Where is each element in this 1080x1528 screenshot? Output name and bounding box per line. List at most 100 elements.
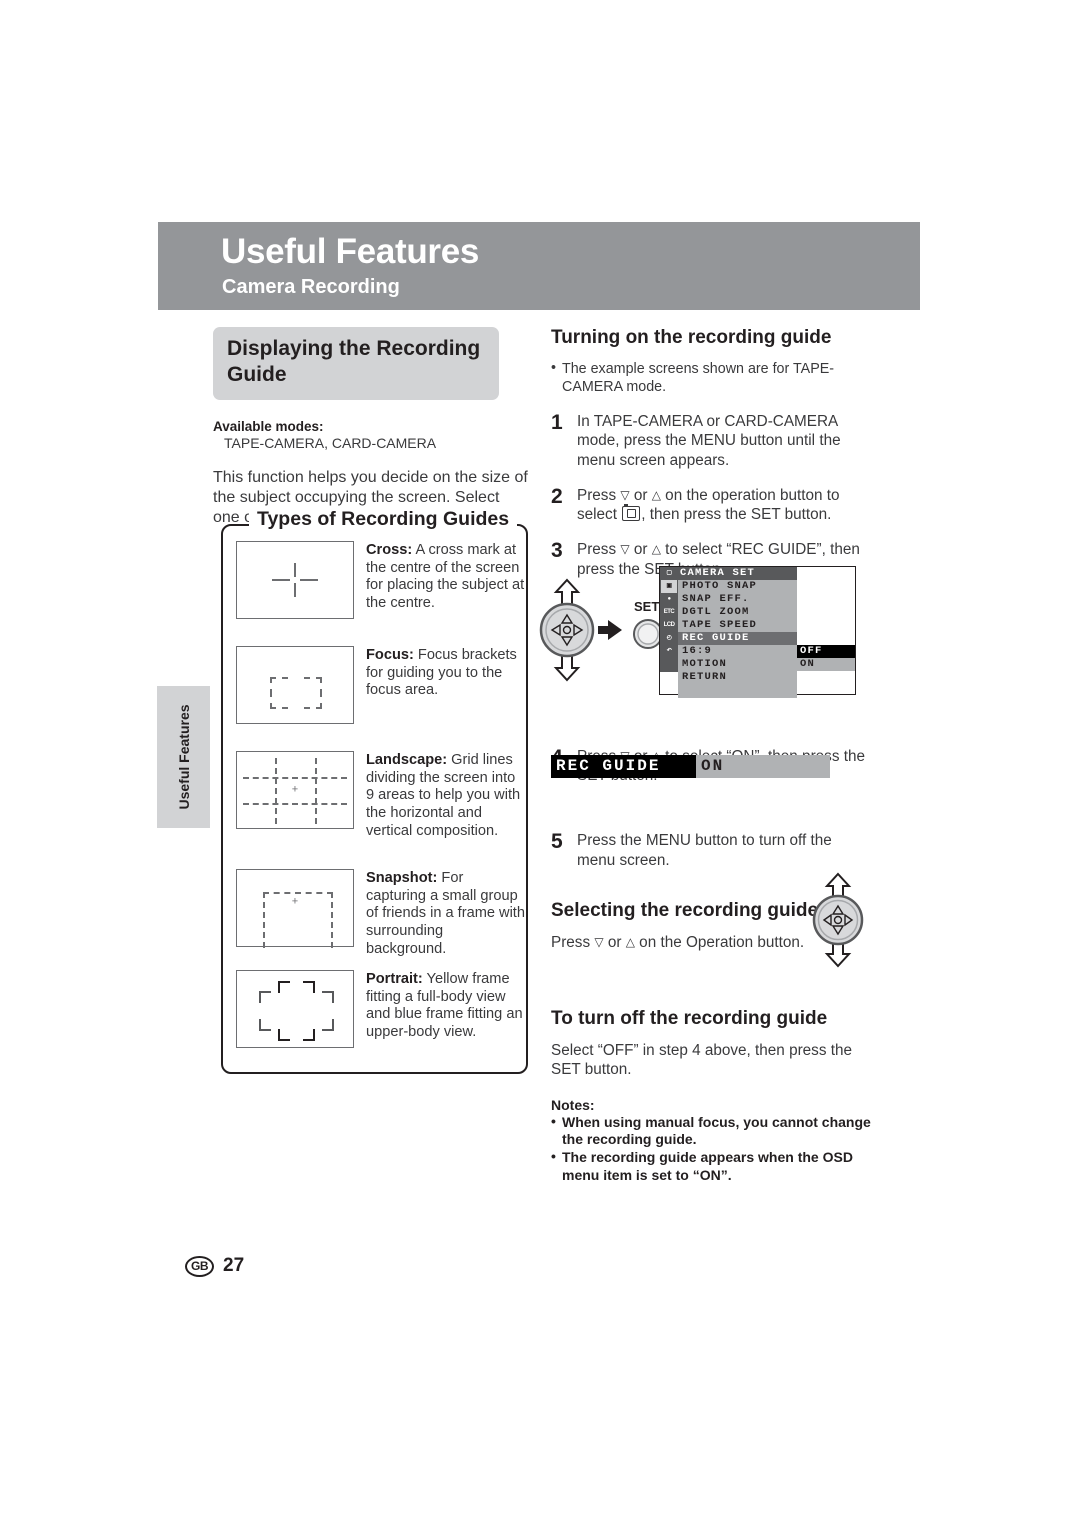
rec-guide-banner: REC GUIDE ON <box>551 755 830 778</box>
step-2-mid: or <box>629 486 652 504</box>
page-title: Useful Features <box>221 232 480 271</box>
manual-page: Useful Features Camera Recording Useful … <box>0 0 1080 1528</box>
operation-button-svg <box>539 578 663 682</box>
guide-type-row-focus: Focus: Focus brackets for guiding you to… <box>236 646 526 724</box>
guide-type-row-portrait: Portrait: Yellow frame fitting a full-bo… <box>236 970 526 1048</box>
osd-menu-item[interactable]: DGTL ZOOM <box>678 606 797 619</box>
step-1-text: In TAPE-CAMERA or CARD-CAMERA mode, pres… <box>577 413 841 469</box>
landscape-grid-line-h1 <box>243 777 347 779</box>
guide-type-description: Portrait: Yellow frame fitting a full-bo… <box>366 970 526 1048</box>
portrait-inner-corner-br <box>303 1029 315 1041</box>
rec-guide-banner-label: REC GUIDE <box>551 755 696 778</box>
portrait-inner-corner-tl <box>278 981 290 993</box>
selecting-pre: Press <box>551 933 595 951</box>
landscape-grid-line-v2 <box>315 758 317 824</box>
triangle-down-icon: ▽ <box>594 934 604 949</box>
portrait-inner-corner-bl <box>278 1029 290 1041</box>
page-number: 27 <box>223 1255 245 1276</box>
step-2-text: Press ▽ or △ on the operation button to … <box>577 486 871 525</box>
rec-guide-banner-value: ON <box>701 757 725 775</box>
focus-bracket-bottom-right <box>304 691 322 709</box>
guide-type-description: Landscape: Grid lines dividing the scree… <box>366 751 526 840</box>
guide-type-row-landscape: + Landscape: Grid lines dividing the scr… <box>236 751 526 840</box>
focus-bracket-bottom-left <box>270 691 288 709</box>
guide-type-row-cross: Cross: A cross mark at the centre of the… <box>236 541 526 619</box>
guide-type-name: Landscape: <box>366 752 448 768</box>
guide-type-description: Cross: A cross mark at the centre of the… <box>366 541 526 619</box>
operation-button-diagram-secondary <box>808 872 868 968</box>
osd-icon-etc[interactable]: ETC <box>661 606 677 619</box>
osd-menu-item[interactable]: PHOTO SNAP <box>678 580 797 593</box>
guide-type-row-snapshot: + Snapshot: For capturing a small group … <box>236 869 526 958</box>
osd-menu-title: CAMERA SET <box>678 567 797 580</box>
portrait-outer-corner-tr <box>322 991 334 1003</box>
portrait-inner-corner-tr <box>303 981 315 993</box>
page-header-bar: Useful Features Camera Recording <box>158 222 920 310</box>
osd-icon-lcd[interactable]: LCD <box>661 619 677 632</box>
osd-icon-return[interactable]: ↶ <box>661 645 677 658</box>
step-3-number: 3 <box>551 539 563 563</box>
available-modes-value: TAPE-CAMERA, CARD-CAMERA <box>224 434 437 451</box>
left-column: Displaying the Recording Guide Available… <box>213 327 528 529</box>
step-2: 2 Press ▽ or △ on the operation button t… <box>551 484 871 525</box>
osd-icon-mic[interactable]: ● <box>661 593 677 606</box>
guide-type-description: Snapshot: For capturing a small group of… <box>366 869 526 958</box>
portrait-outer-corner-tl <box>259 991 271 1003</box>
osd-menu-item[interactable]: SNAP EFF. <box>678 593 797 606</box>
cross-gap-horizontal <box>290 577 300 583</box>
cross-guide-thumbnail <box>236 541 354 619</box>
page-footer: GB 27 <box>185 1255 244 1277</box>
guide-type-name: Portrait: <box>366 971 423 987</box>
recording-guide-types-legend: Types of Recording Guides <box>249 508 518 531</box>
osd-icon-photo[interactable]: ▢ <box>661 567 677 580</box>
step-2-number: 2 <box>551 484 563 508</box>
osd-icon-camera-selected[interactable]: ▣ <box>661 580 677 593</box>
chapter-side-tab: Useful Features <box>157 686 210 828</box>
step-1-number: 1 <box>551 411 563 434</box>
step-2-pre: Press <box>577 486 621 504</box>
osd-icon-clock[interactable]: ◴ <box>661 632 677 645</box>
selecting-mid: or <box>603 933 626 951</box>
osd-menu-item[interactable]: TAPE SPEED <box>678 619 797 632</box>
section-heading: Displaying the Recording Guide <box>213 327 499 400</box>
step-5-text: Press the MENU button to turn off the me… <box>577 832 832 869</box>
note-item: The recording guide appears when the OSD… <box>551 1148 871 1184</box>
page-subtitle: Camera Recording <box>222 276 400 298</box>
notes-block: Notes: When using manual focus, you cann… <box>551 1097 871 1184</box>
osd-submenu-option-off[interactable]: OFF <box>797 645 855 658</box>
operation-button-diagram: SET <box>536 578 666 682</box>
portrait-outer-corner-bl <box>259 1019 271 1031</box>
landscape-grid-line-h2 <box>243 803 347 805</box>
step-5: 5 Press the MENU button to turn off the … <box>551 831 871 870</box>
set-button-label: SET <box>634 599 660 614</box>
triangle-up-icon: △ <box>651 542 661 557</box>
guide-type-name: Snapshot: <box>366 870 438 886</box>
step-5-number: 5 <box>551 830 563 854</box>
snapshot-guide-thumbnail: + <box>236 869 354 948</box>
selecting-paragraph: Press ▽ or △ on the Operation button. <box>551 933 816 952</box>
osd-menu-item-rec-guide[interactable]: REC GUIDE <box>678 632 797 645</box>
heading-turning-on: Turning on the recording guide <box>551 327 832 348</box>
guide-type-name: Cross: <box>366 542 413 558</box>
step-3-pre: Press <box>577 541 621 559</box>
portrait-outer-corner-br <box>322 1019 334 1031</box>
osd-menu-item[interactable]: MOTION <box>678 658 797 671</box>
triangle-down-icon: ▽ <box>620 487 630 502</box>
osd-menu-list: PHOTO SNAP SNAP EFF. DGTL ZOOM TAPE SPEE… <box>678 580 797 698</box>
region-code-badge: GB <box>185 1255 214 1277</box>
osd-menu-screen: ▢ ▣ ● ETC LCD ◴ ↶ CAMERA SET PHOTO SNAP … <box>659 566 856 698</box>
portrait-guide-thumbnail <box>236 970 354 1048</box>
triangle-down-icon: ▽ <box>620 542 630 557</box>
osd-submenu-option-on[interactable]: ON <box>797 658 855 671</box>
guide-type-description: Focus: Focus brackets for guiding you to… <box>366 646 526 724</box>
chapter-side-tab-label: Useful Features <box>175 704 192 810</box>
turn-off-paragraph: Select “OFF” in step 4 above, then press… <box>551 1042 852 1079</box>
landscape-center-plus: + <box>291 783 299 796</box>
landscape-guide-thumbnail: + <box>236 751 354 829</box>
focus-guide-thumbnail <box>236 646 354 724</box>
step-3-mid: or <box>629 541 652 559</box>
osd-menu-item[interactable]: 16:9 <box>678 645 797 658</box>
snapshot-center-plus: + <box>291 895 299 908</box>
osd-menu-item[interactable]: RETURN <box>678 671 797 684</box>
heading-turn-off: To turn off the recording guide <box>551 1008 828 1030</box>
